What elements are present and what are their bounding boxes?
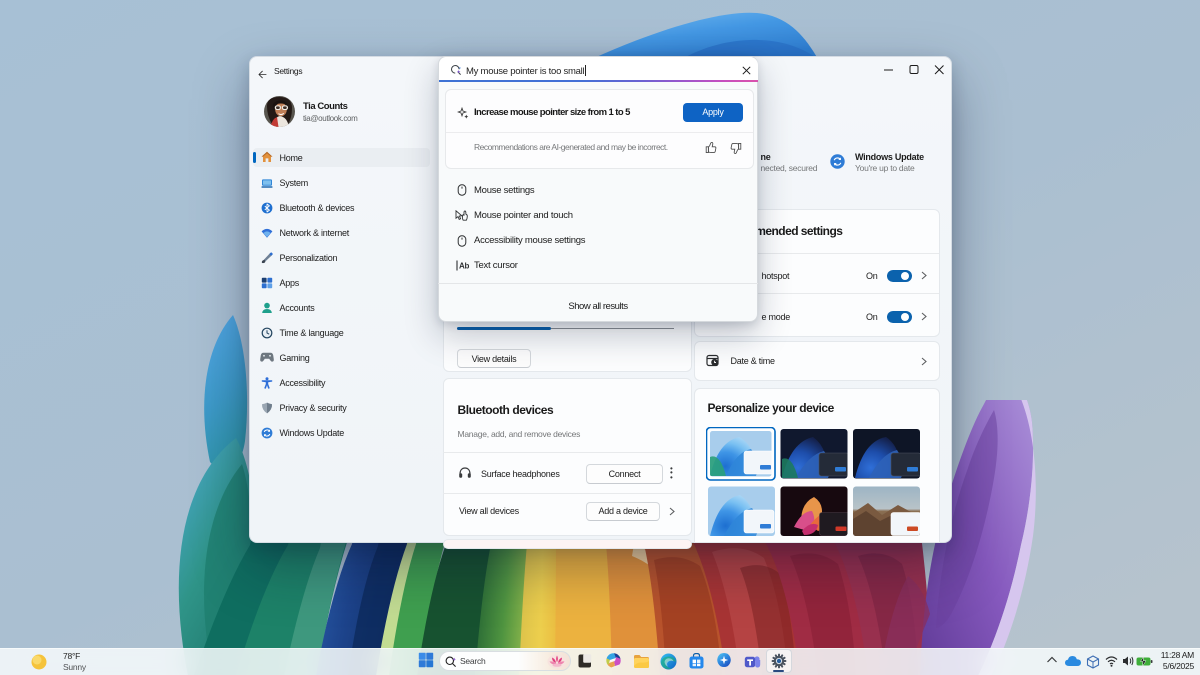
svg-text:Ab: Ab [459,261,470,270]
